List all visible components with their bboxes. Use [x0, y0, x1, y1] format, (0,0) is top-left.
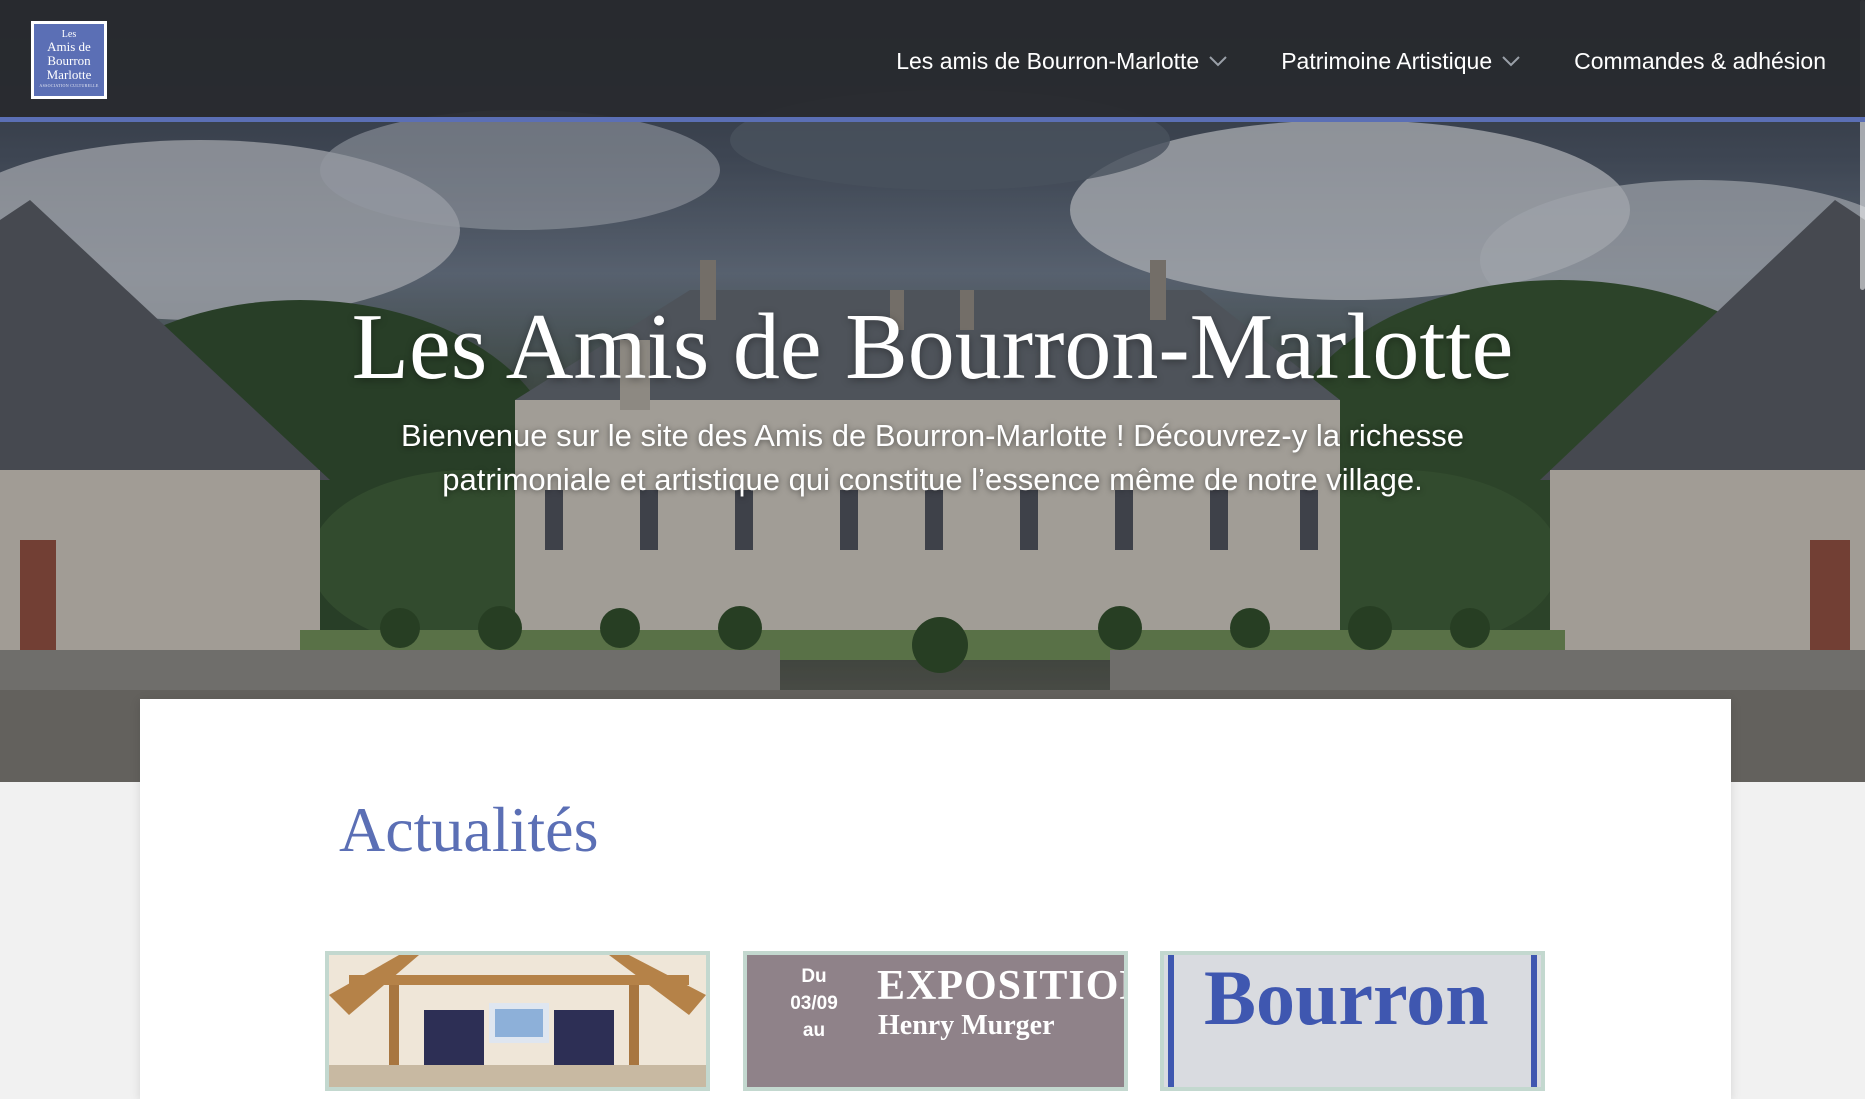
main-nav: Les amis de Bourron-Marlotte Patrimoine … [842, 0, 1826, 122]
nav-item-patrimoine[interactable]: Patrimoine Artistique [1281, 48, 1520, 75]
bourron-heading: Bourron [1204, 954, 1489, 1041]
nav-item-label: Les amis de Bourron-Marlotte [896, 47, 1200, 74]
hero-subtitle: Bienvenue sur le site des Amis de Bourro… [400, 418, 1465, 497]
news-card-exposition[interactable]: Du 03/09 au EXPOSITION Henry Murger [743, 951, 1128, 1091]
date-line: au [802, 1020, 826, 1041]
logo-line-4: Marlotte [46, 67, 92, 82]
border-line [1531, 955, 1537, 1087]
exposition-subtitle: Henry Murger [878, 1010, 1055, 1041]
news-card-photo[interactable] [325, 951, 710, 1091]
news-section-title: Actualités [339, 794, 599, 865]
logo-line-3: Bourron [47, 53, 91, 68]
nav-item-label: Patrimoine Artistique [1281, 47, 1493, 74]
exposition-title: EXPOSITION [877, 963, 1128, 1009]
border-line [1168, 955, 1174, 1087]
hero-title: Les Amis de Bourron-Marlotte [351, 295, 1514, 399]
exposition-date: Du 03/09 au [769, 963, 859, 1044]
nav-item-label: Commandes & adhésion [1574, 47, 1826, 74]
site-logo[interactable]: Les Amis de Bourron Marlotte ASSOCIATION… [31, 21, 107, 99]
logo-tagline: ASSOCIATION CULTURELLE [39, 83, 99, 88]
nav-item-amis[interactable]: Les amis de Bourron-Marlotte [896, 48, 1227, 75]
event-hall-image [329, 955, 706, 1087]
date-line: 03/09 [790, 993, 838, 1014]
chevron-down-icon [1502, 56, 1520, 67]
chevron-down-icon [1209, 56, 1227, 67]
nav-item-commandes[interactable]: Commandes & adhésion [1574, 48, 1826, 75]
date-line: Du [801, 966, 827, 987]
news-card-bourron[interactable]: Bourron [1160, 951, 1545, 1091]
site-header: Les Amis de Bourron Marlotte ASSOCIATION… [0, 0, 1865, 122]
logo-line-2: Amis de [47, 39, 91, 54]
